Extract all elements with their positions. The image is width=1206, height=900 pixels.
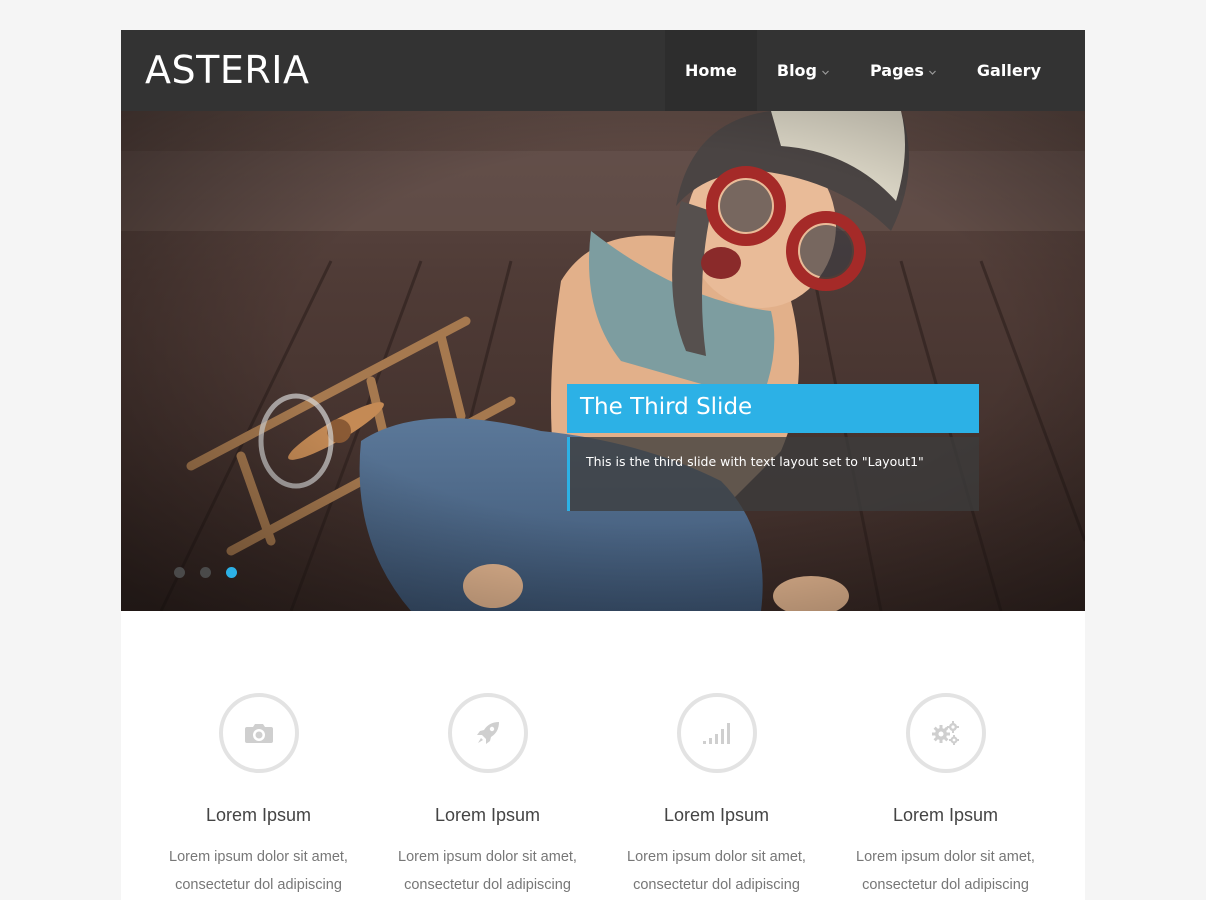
slide-caption-text: This is the third slide with text layout… (567, 437, 979, 511)
feature-text: Lorem ipsum dolor sit amet, consectetur … (373, 843, 602, 899)
feature-text-line: consectetur dol adipiscing (633, 877, 800, 893)
chevron-down-icon (928, 68, 937, 77)
feature-text-line: Lorem ipsum dolor sit amet, (627, 849, 806, 865)
feature-item: Lorem Ipsum Lorem ipsum dolor sit amet, … (373, 693, 602, 899)
site-container: ASTERIA Home Blog Pages Gallery The Thir… (121, 30, 1085, 900)
nav-item-label: Pages (870, 61, 924, 80)
site-logo[interactable]: ASTERIA (145, 47, 309, 93)
camera-icon (218, 693, 299, 773)
feature-text: Lorem ipsum dolor sit amet, consectetur … (602, 843, 831, 899)
nav-item-label: Home (684, 61, 737, 80)
feature-text: Lorem ipsum dolor sit amet, consectetur … (144, 843, 373, 899)
nav-item-home[interactable]: Home (664, 30, 757, 111)
slider-pagination (174, 567, 237, 578)
gears-icon (905, 693, 986, 773)
site-header: ASTERIA Home Blog Pages Gallery (121, 30, 1085, 111)
features-section: Lorem Ipsum Lorem ipsum dolor sit amet, … (121, 693, 1085, 900)
feature-title: Lorem Ipsum (434, 805, 541, 825)
slide-photo (121, 111, 1085, 611)
chevron-down-icon (821, 68, 830, 77)
nav-item-label: Gallery (976, 61, 1041, 80)
feature-text-line: consectetur dol adipiscing (404, 877, 571, 893)
slide-caption-title: The Third Slide (567, 384, 979, 433)
feature-text-line: consectetur dol adipiscing (175, 877, 342, 893)
hero-slider[interactable]: The Third Slide This is the third slide … (121, 111, 1085, 611)
nav-item-label: Blog (776, 61, 817, 80)
slider-dot-3[interactable] (226, 567, 237, 578)
slider-dot-2[interactable] (200, 567, 211, 578)
rocket-icon (447, 693, 528, 773)
feature-text: Lorem ipsum dolor sit amet, consectetur … (831, 843, 1060, 899)
feature-title: Lorem Ipsum (205, 805, 312, 825)
feature-text-line: Lorem ipsum dolor sit amet, (169, 849, 348, 865)
slider-dot-1[interactable] (174, 567, 185, 578)
nav-item-blog[interactable]: Blog (757, 30, 850, 111)
feature-item: Lorem Ipsum Lorem ipsum dolor sit amet, … (602, 693, 831, 899)
nav-item-pages[interactable]: Pages (850, 30, 957, 111)
feature-text-line: Lorem ipsum dolor sit amet, (398, 849, 577, 865)
nav-item-gallery[interactable]: Gallery (957, 30, 1061, 111)
signal-icon (676, 693, 757, 773)
feature-title: Lorem Ipsum (663, 805, 770, 825)
feature-title: Lorem Ipsum (892, 805, 999, 825)
main-nav: Home Blog Pages Gallery (664, 30, 1061, 111)
feature-item: Lorem Ipsum Lorem ipsum dolor sit amet, … (831, 693, 1060, 899)
slide-caption-body: This is the third slide with text layout… (586, 454, 924, 469)
feature-text-line: consectetur dol adipiscing (862, 877, 1029, 893)
feature-text-line: Lorem ipsum dolor sit amet, (856, 849, 1035, 865)
feature-item: Lorem Ipsum Lorem ipsum dolor sit amet, … (144, 693, 373, 899)
